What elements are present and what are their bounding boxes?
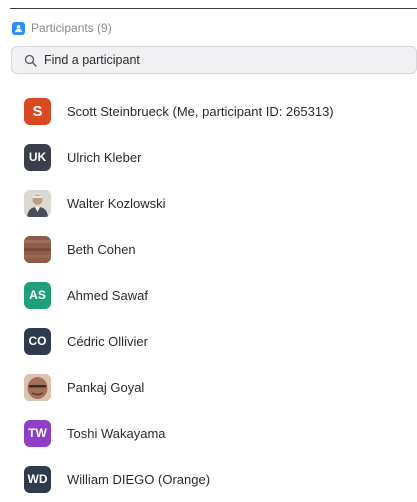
avatar-initials: S <box>32 102 43 120</box>
avatar: WD <box>24 465 51 493</box>
participant-row-walter[interactable]: Walter Kozlowski <box>24 180 417 226</box>
avatar: TW <box>24 419 51 447</box>
avatar-initials: TW <box>28 426 47 440</box>
participants-title: Participants (9) <box>31 21 112 35</box>
participant-row-ulrich[interactable]: UK Ulrich Kleber <box>24 134 417 180</box>
photo-avatar <box>24 373 51 401</box>
avatar-initials: AS <box>29 288 46 302</box>
participant-name: Ahmed Sawaf <box>67 287 148 303</box>
participant-name: Pankaj Goyal <box>67 379 145 395</box>
participants-icon <box>12 21 25 35</box>
avatar-initials: CO <box>28 334 47 348</box>
participant-row-pankaj[interactable]: Pankaj Goyal <box>24 364 417 410</box>
avatar-initials: WD <box>27 472 48 486</box>
participant-name: Cédric Ollivier <box>67 333 148 349</box>
participants-header: Participants (9) <box>12 18 112 38</box>
top-divider <box>10 8 417 9</box>
avatar: S <box>24 97 51 125</box>
participant-name: William DIEGO (Orange) <box>67 471 211 487</box>
avatar: CO <box>24 327 51 355</box>
photo-avatar <box>24 189 51 217</box>
search-icon <box>24 54 37 67</box>
participant-row-toshi[interactable]: TW Toshi Wakayama <box>24 410 417 456</box>
participant-row-ahmed[interactable]: AS Ahmed Sawaf <box>24 272 417 318</box>
search-input[interactable] <box>44 53 374 67</box>
participant-row-scott[interactable]: S Scott Steinbrueck (Me, participant ID:… <box>24 88 417 134</box>
participant-name: Ulrich Kleber <box>67 149 142 165</box>
avatar: UK <box>24 143 51 171</box>
participant-name: Beth Cohen <box>67 241 136 257</box>
avatar-initials: UK <box>28 150 47 164</box>
avatar: AS <box>24 281 51 309</box>
participant-name: Scott Steinbrueck (Me, participant ID: 2… <box>67 103 334 119</box>
participant-name: Toshi Wakayama <box>67 425 166 441</box>
participant-row-william[interactable]: WD William DIEGO (Orange) <box>24 456 417 502</box>
search-bar[interactable] <box>11 46 417 74</box>
participant-list: S Scott Steinbrueck (Me, participant ID:… <box>24 88 417 502</box>
participant-row-beth[interactable]: Beth Cohen <box>24 226 417 272</box>
photo-avatar <box>24 235 51 263</box>
participant-row-cedric[interactable]: CO Cédric Ollivier <box>24 318 417 364</box>
participant-name: Walter Kozlowski <box>67 195 166 211</box>
